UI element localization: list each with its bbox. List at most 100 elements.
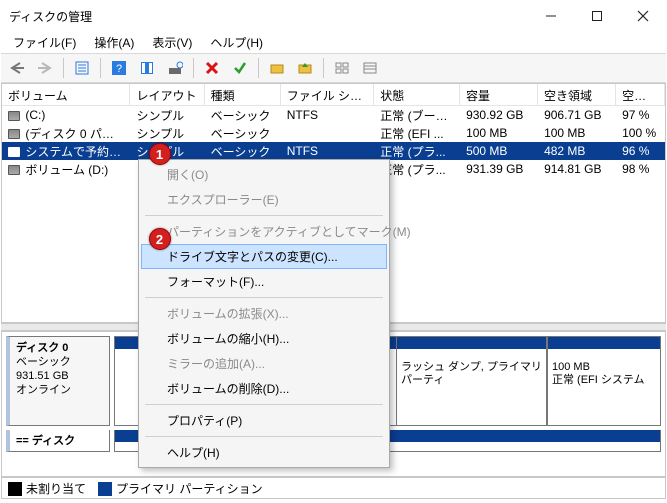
context-menu-separator (145, 215, 383, 216)
refresh-icon: ? (111, 60, 127, 76)
back-button[interactable] (5, 56, 29, 80)
folder-icon (269, 60, 285, 76)
disk-header[interactable]: == ディスク (6, 430, 110, 452)
maximize-button[interactable] (574, 1, 620, 31)
properties-icon (74, 60, 90, 76)
cell-status: 正常 (プラ... (374, 143, 460, 160)
cell-free: 482 MB (538, 144, 616, 158)
disk-size: 931.51 GB (16, 369, 103, 383)
partition[interactable]: 100 MB正常 (EFI システム (547, 336, 661, 426)
volume-row[interactable]: システムで予約済みシンプルベーシックNTFS正常 (プラ...500 MB482… (2, 142, 665, 160)
cell-volume: ボリューム (D:) (2, 161, 131, 178)
toolbar-separator (100, 58, 101, 78)
menu-view[interactable]: 表示(V) (144, 32, 200, 53)
toolbar-delete-button[interactable] (200, 56, 224, 80)
forward-button[interactable] (33, 56, 57, 80)
cell-type: ベーシック (205, 143, 281, 160)
context-menu: 開く(O)エクスプローラー(E) パーティションをアクティブとしてマーク(M)ドラ… (138, 159, 390, 468)
cell-fs: NTFS (281, 108, 375, 122)
volume-row[interactable]: (ディスク 0 パーティショ...シンプルベーシック正常 (EFI ...100… (2, 124, 665, 142)
detail-icon (362, 60, 378, 76)
disk-header[interactable]: ディスク 0 ベーシック 931.51 GB オンライン (6, 336, 110, 426)
toolbar-check-button[interactable] (228, 56, 252, 80)
cell-pct: 100 % (616, 126, 665, 140)
context-menu-item[interactable]: ヘルプ(H) (141, 440, 387, 465)
delete-icon (204, 60, 220, 76)
cell-type: ベーシック (205, 125, 281, 142)
context-menu-item[interactable]: ボリュームの縮小(H)... (141, 326, 387, 351)
context-menu-item: エクスプローラー(E) (141, 187, 387, 212)
swatch-black-icon (8, 482, 22, 496)
cell-layout: シンプル (131, 107, 205, 124)
cell-type: ベーシック (205, 107, 281, 124)
toolbar-separator (193, 58, 194, 78)
volume-icon (8, 147, 20, 157)
minimize-button[interactable] (528, 1, 574, 31)
cell-layout: シンプル (131, 125, 205, 142)
toolbar-detail-button[interactable] (358, 56, 382, 80)
menu-action[interactable]: 操作(A) (86, 32, 142, 53)
close-icon (637, 10, 649, 22)
cell-free: 906.71 GB (538, 108, 616, 122)
title-bar: ディスクの管理 (1, 1, 666, 31)
cell-pct: 96 % (616, 144, 665, 158)
col-type[interactable]: 種類 (205, 84, 281, 105)
context-menu-separator (145, 436, 383, 437)
toolbar-rescan-button[interactable] (163, 56, 187, 80)
col-volume[interactable]: ボリューム (2, 84, 130, 105)
col-capacity[interactable]: 容量 (460, 84, 538, 105)
toolbar-button-list[interactable] (135, 56, 159, 80)
menu-file[interactable]: ファイル(F) (5, 32, 84, 53)
volume-row[interactable]: (C:)シンプルベーシックNTFS正常 (ブート...930.92 GB906.… (2, 106, 665, 124)
callout-badge-1: 1 (149, 143, 171, 165)
col-status[interactable]: 状態 (374, 84, 460, 105)
col-pct[interactable]: 空き領域の (616, 84, 665, 105)
disk-status: オンライン (16, 383, 103, 397)
toolbar: ? (1, 53, 666, 83)
partition[interactable]: ラッシュ ダンプ, プライマリ パーティ (397, 336, 547, 426)
legend: 未割り当て プライマリ パーティション (1, 477, 666, 499)
context-menu-item[interactable]: プロパティ(P) (141, 408, 387, 433)
maximize-icon (591, 10, 603, 22)
toolbar-separator (258, 58, 259, 78)
context-menu-item: ボリュームの拡張(X)... (141, 301, 387, 326)
check-icon (232, 60, 248, 76)
window-title: ディスクの管理 (9, 8, 528, 25)
context-menu-item[interactable]: ボリュームの削除(D)... (141, 376, 387, 401)
volume-icon (8, 129, 20, 139)
context-menu-separator (145, 404, 383, 405)
grid-icon (334, 60, 350, 76)
cell-volume: システムで予約済み (2, 143, 131, 160)
toolbar-properties-button[interactable] (70, 56, 94, 80)
context-menu-item[interactable]: ドライブ文字とパスの変更(C)... (141, 244, 387, 269)
context-menu-item[interactable]: フォーマット(F)... (141, 269, 387, 294)
toolbar-separator (63, 58, 64, 78)
col-free[interactable]: 空き領域 (538, 84, 616, 105)
menu-help[interactable]: ヘルプ(H) (202, 32, 271, 53)
cell-capacity: 100 MB (460, 126, 538, 140)
cell-capacity: 930.92 GB (460, 108, 538, 122)
col-filesystem[interactable]: ファイル システム (281, 84, 375, 105)
context-menu-item: パーティションをアクティブとしてマーク(M) (141, 219, 387, 244)
back-icon (8, 61, 26, 75)
partition-label: ラッシュ ダンプ, プライマリ パーティ (401, 361, 542, 387)
cell-status: 正常 (ブート... (374, 107, 460, 124)
context-menu-item: 開く(O) (141, 162, 387, 187)
refresh-button[interactable]: ? (107, 56, 131, 80)
folder-up-icon (297, 60, 313, 76)
toolbar-folder-button[interactable] (265, 56, 289, 80)
swatch-navy-icon (98, 482, 112, 496)
rescan-icon (167, 60, 183, 76)
close-button[interactable] (620, 1, 666, 31)
disk-title: ディスク 0 (16, 341, 103, 355)
col-layout[interactable]: レイアウト (130, 84, 204, 105)
toolbar-grid-button[interactable] (330, 56, 354, 80)
menu-bar: ファイル(F) 操作(A) 表示(V) ヘルプ(H) (1, 31, 666, 53)
toolbar-folder-up-button[interactable] (293, 56, 317, 80)
legend-primary: プライマリ パーティション (98, 480, 263, 497)
cell-free: 914.81 GB (538, 162, 616, 176)
toolbar-separator (323, 58, 324, 78)
volume-icon (8, 111, 20, 121)
minimize-icon (545, 10, 557, 22)
cell-volume: (ディスク 0 パーティショ... (2, 125, 131, 142)
